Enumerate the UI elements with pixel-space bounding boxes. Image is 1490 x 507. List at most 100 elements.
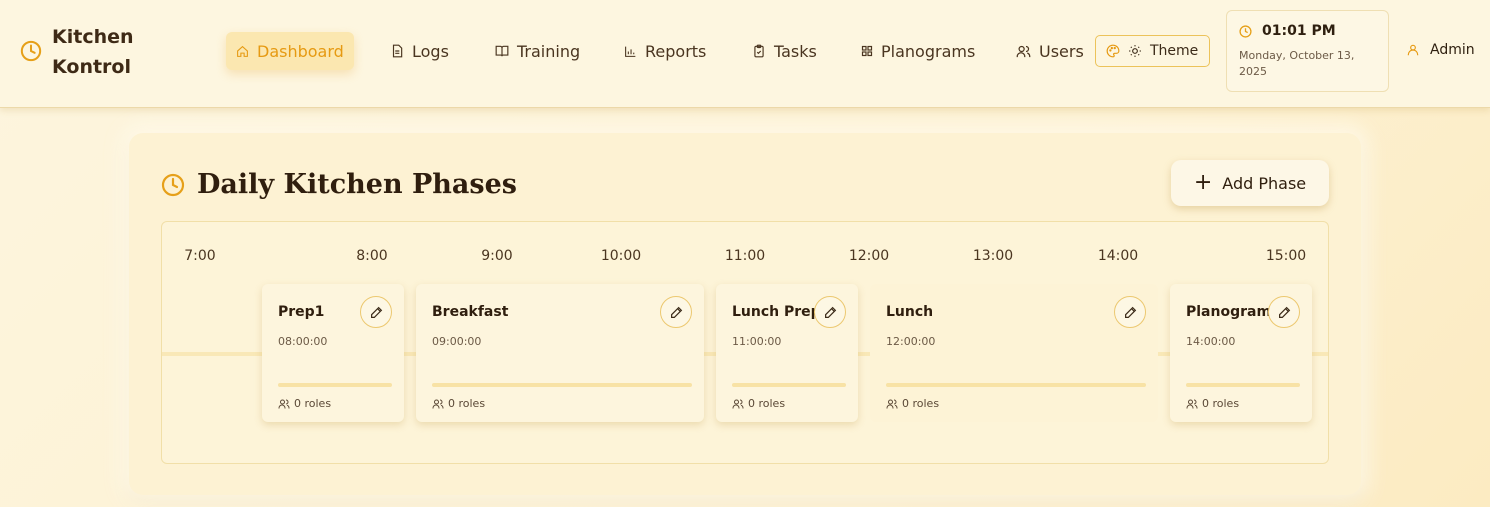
- edit-phase-button[interactable]: [1268, 296, 1300, 328]
- nav-planograms-label: Planograms: [881, 41, 976, 61]
- current-date: Monday, October 13, 2025: [1239, 49, 1355, 78]
- phase-card-lunch-prep[interactable]: Lunch Prep 11:00:00 0 roles: [716, 284, 858, 422]
- time-tick: 12:00: [848, 248, 890, 264]
- grid-icon: [861, 45, 873, 57]
- pencil-icon: [370, 306, 382, 318]
- clock-time-row: 01:01 PM: [1239, 23, 1376, 39]
- user-name: Admin: [1430, 42, 1475, 58]
- time-tick: 13:00: [972, 248, 1014, 264]
- phase-roles: 0 roles: [886, 397, 939, 410]
- nav-reports-label: Reports: [645, 41, 707, 61]
- pencil-icon: [1278, 306, 1290, 318]
- add-phase-button[interactable]: + Add Phase: [1171, 160, 1329, 206]
- clock-widget: 01:01 PM Monday, October 13, 2025: [1226, 10, 1389, 92]
- users-icon: [886, 399, 898, 408]
- document-icon: [392, 44, 403, 58]
- page-title-text: Daily Kitchen Phases: [197, 169, 517, 200]
- brand-name: Kitchen Kontrol: [52, 22, 142, 82]
- plus-icon: +: [1193, 170, 1213, 195]
- theme-toggle-button[interactable]: Theme: [1095, 35, 1210, 67]
- phase-progress-bar: [432, 383, 692, 387]
- phase-roles-count: 0 roles: [1202, 397, 1240, 410]
- phase-start-time: 08:00:00: [278, 335, 328, 348]
- clock-icon: [161, 173, 185, 196]
- kitchen-phases-card: Daily Kitchen Phases + Add Phase 7:00 8:…: [129, 133, 1361, 495]
- users-icon: [278, 399, 290, 408]
- users-icon: [732, 399, 744, 408]
- phase-roles: 0 roles: [432, 397, 485, 410]
- edit-phase-button[interactable]: [814, 296, 846, 328]
- phase-name: Breakfast: [432, 304, 509, 320]
- edit-phase-button[interactable]: [660, 296, 692, 328]
- phase-timeline: 7:00 8:00 9:00 10:00 11:00 12:00 13:00 1…: [161, 221, 1329, 464]
- time-tick: 8:00: [356, 248, 388, 264]
- nav-training-label: Training: [517, 41, 581, 61]
- pencil-icon: [824, 306, 836, 318]
- phase-card-prep1[interactable]: Prep1 08:00:00 0 roles: [262, 284, 404, 422]
- time-tick: 14:00: [1097, 248, 1139, 264]
- users-icon: [1016, 45, 1031, 57]
- nav-planograms[interactable]: Planograms: [851, 32, 985, 70]
- phase-progress-bar: [732, 383, 846, 387]
- phase-start-time: 11:00:00: [732, 335, 782, 348]
- nav-training[interactable]: Training: [485, 32, 590, 70]
- page-title: Daily Kitchen Phases: [161, 169, 517, 200]
- phase-roles: 0 roles: [1186, 397, 1239, 410]
- time-tick: 7:00: [184, 248, 216, 264]
- phase-roles: 0 roles: [278, 397, 331, 410]
- bar-chart-icon: [625, 46, 636, 57]
- top-navbar: Kitchen Kontrol Dashboard Logs Training …: [0, 0, 1490, 108]
- phase-roles: 0 roles: [732, 397, 785, 410]
- user-icon: [1407, 44, 1419, 56]
- time-tick: 9:00: [481, 248, 513, 264]
- brand-logo[interactable]: Kitchen Kontrol: [20, 22, 142, 82]
- phase-card-breakfast[interactable]: Breakfast 09:00:00 0 roles: [416, 284, 704, 422]
- phase-name: Prep1: [278, 304, 325, 320]
- phase-progress-bar: [1186, 383, 1300, 387]
- time-tick: 10:00: [600, 248, 642, 264]
- nav-dashboard[interactable]: Dashboard: [226, 32, 354, 70]
- nav-users-label: Users: [1039, 41, 1084, 61]
- user-menu[interactable]: Admin: [1406, 42, 1475, 58]
- clock-icon: [1239, 24, 1252, 38]
- phase-roles-count: 0 roles: [748, 397, 786, 410]
- brand-line-1: Kitchen: [52, 26, 134, 48]
- phase-roles-count: 0 roles: [902, 397, 940, 410]
- phase-roles-count: 0 roles: [448, 397, 486, 410]
- edit-phase-button[interactable]: [360, 296, 392, 328]
- clipboard-icon: [754, 44, 764, 58]
- nav-logs-label: Logs: [412, 41, 449, 61]
- nav-logs[interactable]: Logs: [380, 32, 459, 70]
- pencil-icon: [670, 306, 682, 318]
- phase-progress-bar: [278, 383, 392, 387]
- book-icon: [495, 45, 509, 57]
- add-phase-label: Add Phase: [1222, 173, 1307, 193]
- phase-card-lunch[interactable]: Lunch 12:00:00 0 roles: [870, 284, 1158, 422]
- pencil-icon: [1124, 306, 1136, 318]
- phase-name: Lunch Prep: [732, 304, 821, 320]
- phase-start-time: 12:00:00: [886, 335, 936, 348]
- sun-icon: [1129, 45, 1141, 57]
- phase-progress-bar: [886, 383, 1146, 387]
- phase-card-planogram[interactable]: Planogram 14:00:00 0 roles: [1170, 284, 1312, 422]
- edit-phase-button[interactable]: [1114, 296, 1146, 328]
- clock-icon: [20, 40, 42, 62]
- nav-users[interactable]: Users: [1006, 32, 1094, 70]
- time-tick: 15:00: [1265, 248, 1307, 264]
- nav-tasks-label: Tasks: [774, 41, 817, 61]
- phase-name: Planogram: [1186, 304, 1272, 320]
- theme-label: Theme: [1150, 43, 1199, 59]
- nav-dashboard-label: Dashboard: [257, 41, 344, 61]
- users-icon: [1186, 399, 1198, 408]
- phase-start-time: 14:00:00: [1186, 335, 1236, 348]
- phase-start-time: 09:00:00: [432, 335, 482, 348]
- phase-name: Lunch: [886, 304, 934, 320]
- users-icon: [432, 399, 444, 408]
- nav-tasks[interactable]: Tasks: [742, 32, 827, 70]
- nav-reports[interactable]: Reports: [614, 32, 716, 70]
- phase-roles-count: 0 roles: [294, 397, 332, 410]
- time-tick: 11:00: [724, 248, 766, 264]
- home-icon: [237, 45, 248, 57]
- current-time: 01:01 PM: [1262, 23, 1336, 39]
- brand-line-2: Kontrol: [52, 56, 131, 78]
